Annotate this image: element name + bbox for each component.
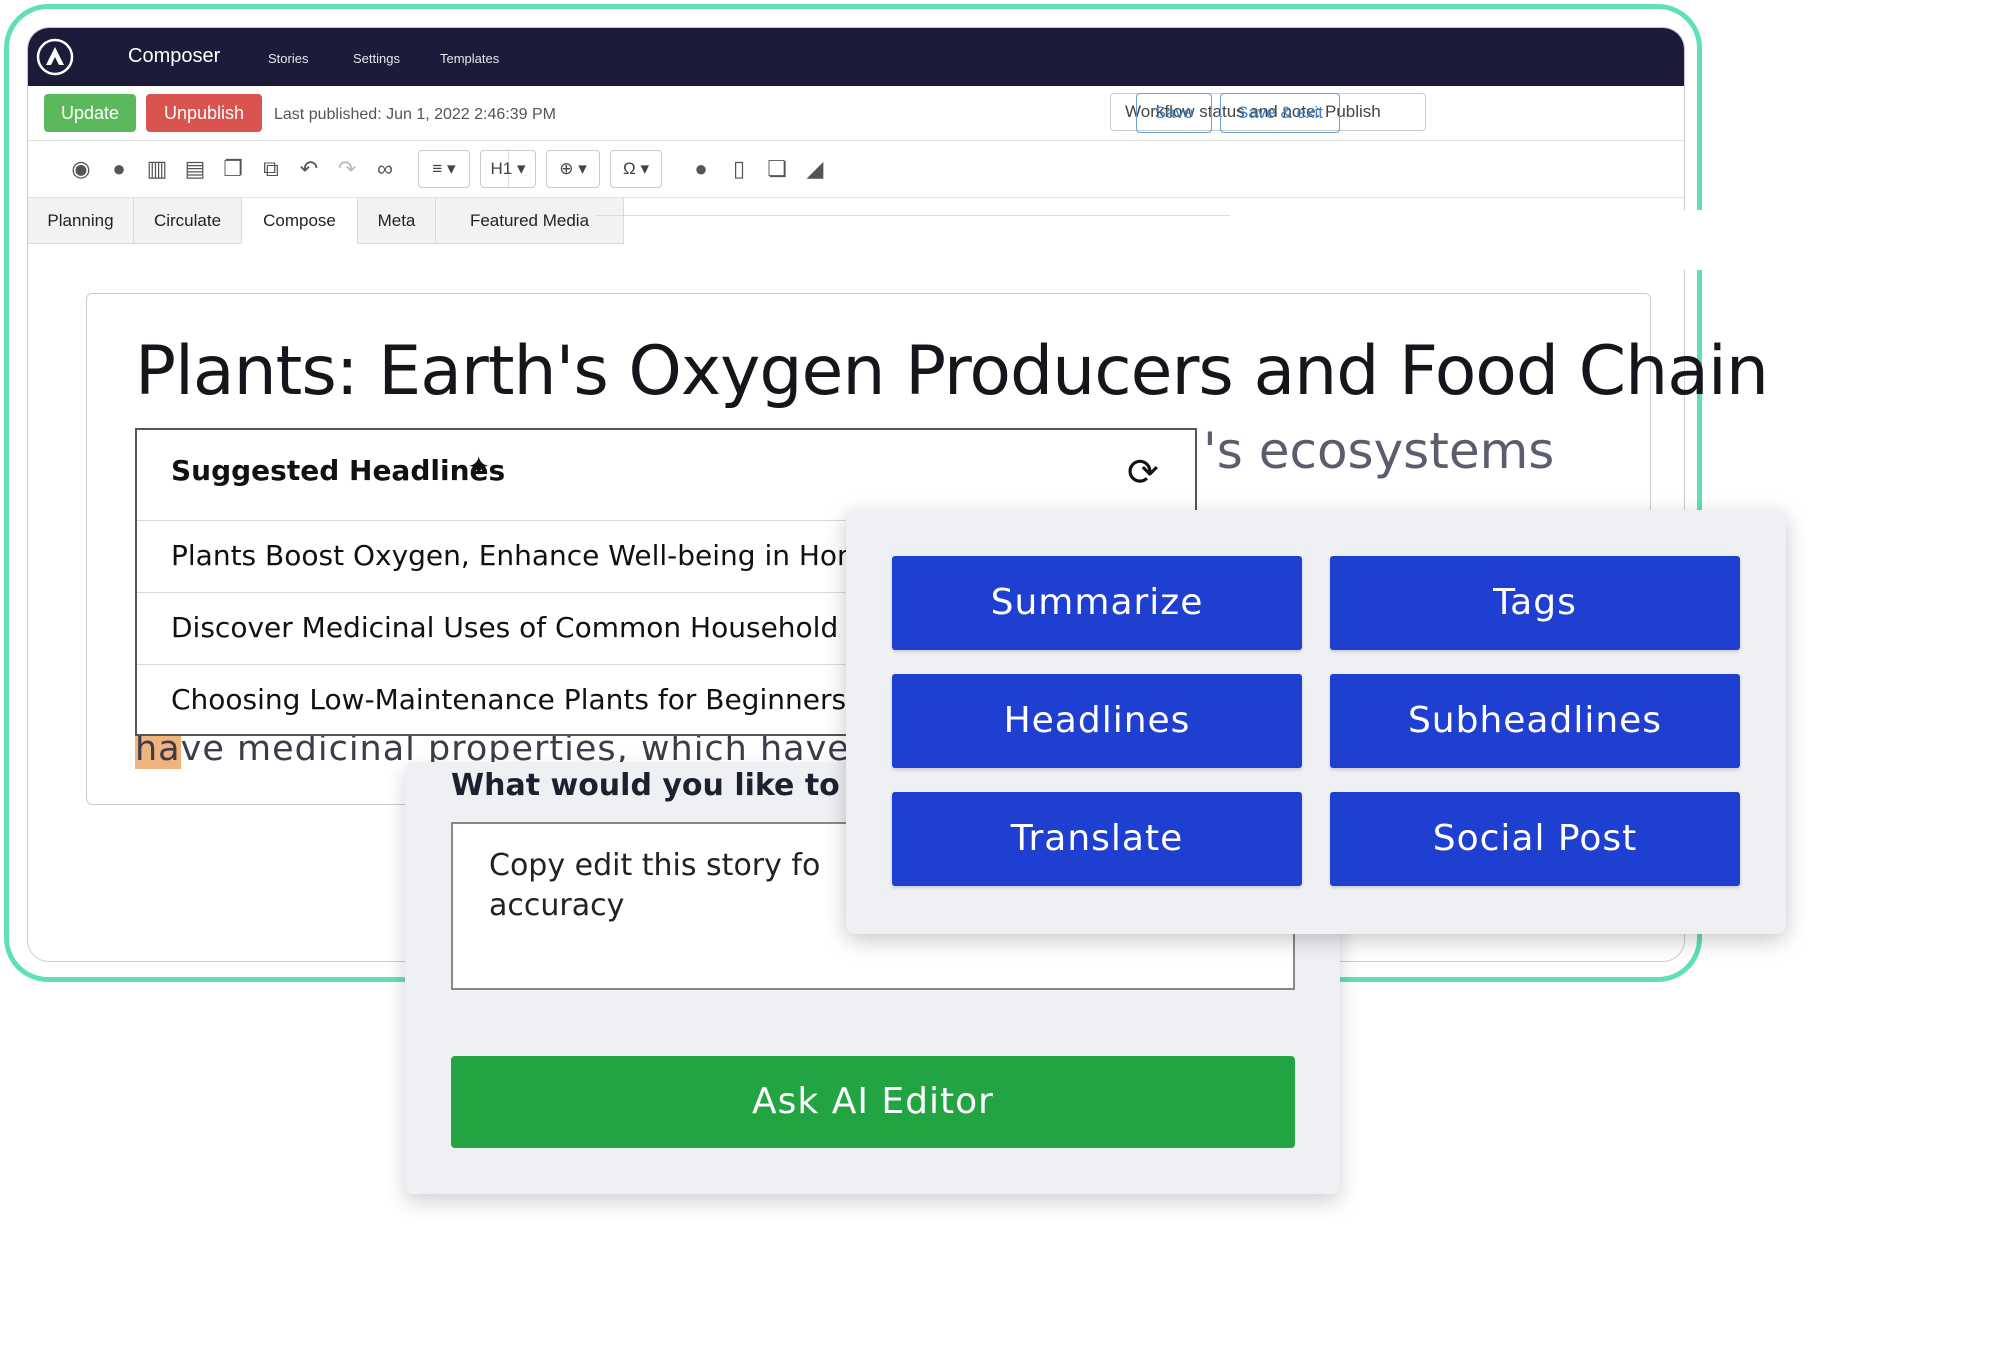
eraser-icon[interactable]: ◢ bbox=[800, 155, 830, 183]
copy-icon[interactable]: ❐ bbox=[218, 155, 248, 183]
redo-icon[interactable]: ↷ bbox=[332, 155, 362, 183]
tab-planning[interactable]: Planning bbox=[28, 198, 134, 244]
editor-toolbar: ◉ ● ▥ ▤ ❐ ⧉ ↶ ↷ ∞ ≡ ▾ H1 ▾ ⊕ ▾ Ω ▾ ● ▯ ❏… bbox=[28, 141, 1684, 198]
mobile-icon[interactable]: ▯ bbox=[724, 155, 754, 183]
ai-actions-panel: Summarize Tags Headlines Subheadlines Tr… bbox=[846, 510, 1786, 934]
nav-link-templates[interactable]: Templates bbox=[440, 51, 499, 66]
ai-prompt-text: Copy edit this story fo accuracy bbox=[489, 848, 821, 923]
subheadlines-button[interactable]: Subheadlines bbox=[1330, 674, 1740, 768]
special-char-dropdown[interactable]: Ω ▾ bbox=[610, 150, 662, 188]
nav-link-stories[interactable]: Stories bbox=[268, 51, 308, 66]
headline-suggestion-text: Choosing Low-Maintenance Plants for Begi… bbox=[171, 683, 847, 716]
align-icon: ≡ ▾ bbox=[432, 159, 456, 178]
article-title[interactable]: Plants: Earth's Oxygen Producers and Foo… bbox=[135, 332, 1769, 411]
ask-ai-editor-button[interactable]: Ask AI Editor bbox=[451, 1056, 1295, 1148]
update-button[interactable]: Update bbox=[44, 94, 136, 132]
suggested-headlines-title: Suggested Headlines bbox=[171, 454, 506, 487]
tags-button[interactable]: Tags bbox=[1330, 556, 1740, 650]
tab-baseline bbox=[596, 215, 1276, 216]
save-exit-button[interactable]: Save & exit bbox=[1220, 93, 1340, 133]
tab-meta[interactable]: Meta bbox=[358, 198, 436, 244]
heading-dropdown[interactable]: H1 ▾ bbox=[480, 150, 536, 188]
headline-suggestion-text: Discover Medicinal Uses of Common Househ… bbox=[171, 611, 872, 644]
app-title[interactable]: Composer bbox=[128, 45, 220, 68]
link-dropdown[interactable]: ⊕ ▾ bbox=[546, 150, 600, 188]
tab-circulate[interactable]: Circulate bbox=[134, 198, 242, 244]
paste-icon[interactable]: ❏ bbox=[762, 155, 792, 183]
eye-icon[interactable]: ◉ bbox=[66, 155, 96, 183]
save-button[interactable]: Save bbox=[1136, 93, 1212, 133]
last-published-text: Last published: Jun 1, 2022 2:46:39 PM bbox=[274, 106, 556, 123]
link-icon: ⊕ ▾ bbox=[559, 159, 587, 178]
undo-icon[interactable]: ↶ bbox=[294, 155, 324, 183]
fade-overlay bbox=[1230, 210, 1710, 270]
tab-featured-media[interactable]: Featured Media bbox=[436, 198, 624, 244]
app-logo-icon[interactable] bbox=[36, 38, 74, 76]
summarize-button[interactable]: Summarize bbox=[892, 556, 1302, 650]
social-post-button[interactable]: Social Post bbox=[1330, 792, 1740, 886]
article-subtitle[interactable]: 's ecosystems bbox=[1203, 422, 1554, 480]
omega-icon: Ω ▾ bbox=[623, 159, 649, 178]
sparkle-icon: ✦ bbox=[467, 450, 491, 483]
trash-icon[interactable]: ▥ bbox=[142, 155, 172, 183]
binoculars-icon[interactable]: ∞ bbox=[370, 155, 400, 183]
action-bar: Update Unpublish Last published: Jun 1, … bbox=[28, 86, 1684, 141]
unpublish-button[interactable]: Unpublish bbox=[146, 94, 262, 132]
print-icon[interactable]: ▤ bbox=[180, 155, 210, 183]
comment-icon[interactable]: ● bbox=[686, 155, 716, 183]
align-dropdown[interactable]: ≡ ▾ bbox=[418, 150, 470, 188]
top-nav: Composer Stories Settings Templates bbox=[28, 28, 1684, 86]
nav-link-settings[interactable]: Settings bbox=[353, 51, 400, 66]
translate-button[interactable]: Translate bbox=[892, 792, 1302, 886]
refresh-icon[interactable]: ⟳ bbox=[1127, 450, 1159, 494]
headline-suggestion-text: Plants Boost Oxygen, Enhance Well-being … bbox=[171, 539, 865, 572]
ai-question-label: What would you like to d bbox=[451, 768, 872, 803]
tab-compose[interactable]: Compose bbox=[242, 198, 358, 244]
headlines-button[interactable]: Headlines bbox=[892, 674, 1302, 768]
heading-value: H1 bbox=[490, 159, 513, 178]
globe-icon[interactable]: ● bbox=[104, 155, 134, 183]
duplicate-icon[interactable]: ⧉ bbox=[256, 155, 286, 183]
